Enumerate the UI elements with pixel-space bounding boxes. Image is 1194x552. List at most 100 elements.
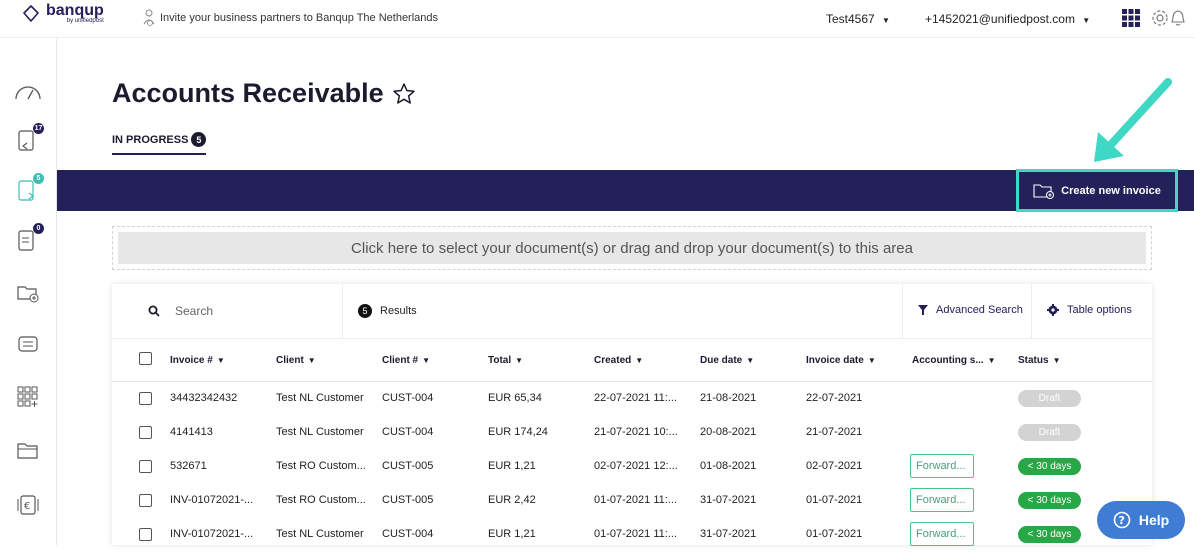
column-header-status[interactable]: Status ▼ (1018, 355, 1060, 366)
message-icon (18, 336, 38, 352)
upload-dropzone[interactable]: Click here to select your document(s) or… (112, 226, 1152, 270)
cell-due-date: 21-08-2021 (700, 392, 757, 404)
cell-due-date: 31-07-2021 (700, 528, 757, 540)
cell-client-number: CUST-005 (382, 494, 434, 506)
favorite-star-icon[interactable] (392, 82, 416, 106)
organization-name: Test4567 (826, 12, 875, 26)
row-checkbox[interactable] (139, 460, 152, 473)
column-header-label: Status (1018, 355, 1049, 366)
cell-total: EUR 2,42 (488, 494, 536, 506)
sidebar-item-folders[interactable] (10, 435, 46, 467)
create-new-invoice-label: Create new invoice (1061, 184, 1161, 197)
row-checkbox[interactable] (139, 528, 152, 541)
row-checkbox[interactable] (139, 392, 152, 405)
toolbar-divider (1031, 284, 1032, 339)
cell-created-date: 21-07-2021 10:... (594, 426, 678, 438)
invite-user-icon (143, 9, 155, 26)
column-header-label: Client (276, 355, 304, 366)
column-header-client-number[interactable]: Client # ▼ (382, 355, 430, 366)
table-row[interactable]: 34432342432 Test NL Customer CUST-004 EUR 6… (112, 382, 1152, 416)
documents-badge: 0 (33, 223, 44, 234)
create-new-invoice-button[interactable]: Create new invoice (1016, 169, 1178, 212)
filter-icon (918, 305, 928, 315)
svg-text:€: € (24, 501, 30, 512)
cell-invoice-number: 34432342432 (170, 392, 238, 404)
cell-invoice-number: INV-01072021-... (170, 494, 254, 506)
sidebar-item-messages[interactable] (10, 329, 46, 361)
inbound-badge: 17 (33, 123, 44, 134)
cell-client-name: Test RO Custom... (276, 460, 366, 472)
column-header-client[interactable]: Client ▼ (276, 355, 316, 366)
cell-invoice-number: INV-01072021-... (170, 528, 254, 540)
table-row[interactable]: 4141413 Test NL Customer CUST-004 EUR 174,2… (112, 416, 1152, 450)
search-placeholder: Search (175, 304, 214, 318)
sidebar-item-new-folder[interactable] (10, 277, 46, 309)
column-header-created[interactable]: Created ▼ (594, 355, 643, 366)
column-header-total[interactable]: Total ▼ (488, 355, 523, 366)
cell-total: EUR 1,21 (488, 460, 536, 472)
table-toolbar: Search 5 Results Advanced Search Table o… (112, 284, 1152, 339)
table-row[interactable]: INV-01072021-... Test NL Customer CUST-004… (112, 518, 1152, 552)
table-options-button[interactable]: Table options (1047, 304, 1132, 316)
cell-due-date: 01-08-2021 (700, 460, 757, 472)
user-menu[interactable]: +1452021@unifiedpost.com ▼ (925, 12, 1090, 26)
tab-in-progress[interactable]: IN PROGRESS 5 (112, 132, 207, 155)
apps-add-icon (17, 386, 38, 407)
help-label: Help (1138, 512, 1170, 528)
forward-accounting-button[interactable]: Forward... (910, 488, 974, 512)
bell-icon[interactable] (1170, 9, 1186, 32)
logo-icon (23, 5, 39, 22)
table-header: Invoice # ▼ Client ▼ Client # ▼ Total ▼ Crea… (112, 339, 1152, 382)
invite-partners-link[interactable]: Invite your business partners to Banqup … (143, 9, 438, 27)
results-summary: 5 Results (358, 304, 417, 318)
gear-icon[interactable] (1150, 8, 1170, 33)
sidebar-item-inbound[interactable]: 17 (10, 123, 46, 157)
search-input[interactable]: Search (148, 304, 213, 318)
column-header-accounting[interactable]: Accounting s... ▼ (912, 355, 996, 366)
column-header-invoice[interactable]: Invoice # ▼ (170, 355, 225, 366)
column-header-due-date[interactable]: Due date ▼ (700, 355, 754, 366)
column-header-label: Created (594, 355, 632, 366)
organization-selector[interactable]: Test4567 ▼ (826, 12, 890, 26)
cell-total: EUR 1,21 (488, 528, 536, 540)
cell-client-number: CUST-005 (382, 460, 434, 472)
apps-grid-icon[interactable] (1122, 9, 1140, 32)
filter-icon: ▼ (987, 356, 996, 365)
results-count: 5 (358, 304, 372, 318)
cell-invoice-date: 02-07-2021 (806, 460, 863, 472)
cell-client-number: CUST-004 (382, 528, 434, 540)
filter-icon: ▼ (307, 356, 316, 365)
row-checkbox[interactable] (139, 494, 152, 507)
forward-accounting-button[interactable]: Forward... (910, 454, 974, 478)
sidebar: 17 5 0 € (0, 39, 57, 545)
sidebar-item-dashboard[interactable] (10, 75, 46, 107)
folder-icon (17, 443, 38, 459)
column-header-invoice-date[interactable]: Invoice date ▼ (806, 355, 876, 366)
column-header-label: Client # (382, 355, 419, 366)
status-badge: Draft (1018, 390, 1081, 407)
user-email: +1452021@unifiedpost.com (925, 12, 1075, 26)
sidebar-item-payments[interactable]: € (10, 489, 46, 521)
help-button[interactable]: ? Help (1097, 501, 1185, 539)
row-checkbox[interactable] (139, 426, 152, 439)
outbound-badge: 5 (33, 173, 44, 184)
table-row[interactable]: 532671 Test RO Custom... CUST-005 EUR 1,21 0… (112, 450, 1152, 484)
sidebar-item-outbound[interactable]: 5 (10, 173, 46, 207)
select-all-checkbox[interactable] (139, 352, 152, 365)
advanced-search-button[interactable]: Advanced Search (918, 304, 1023, 316)
chevron-down-icon: ▼ (882, 16, 890, 25)
svg-text:?: ? (1118, 514, 1124, 527)
cell-invoice-number: 532671 (170, 460, 207, 472)
column-header-label: Invoice date (806, 355, 864, 366)
banqup-logo[interactable]: banqup by unifiedpost (22, 3, 104, 24)
column-header-label: Invoice # (170, 355, 213, 366)
table-row[interactable]: INV-01072021-... Test RO Custom... CUST-00… (112, 484, 1152, 518)
forward-accounting-button[interactable]: Forward... (910, 522, 974, 546)
cell-client-number: CUST-004 (382, 392, 434, 404)
sidebar-item-apps[interactable] (10, 381, 46, 413)
sidebar-item-documents[interactable]: 0 (10, 223, 46, 257)
cell-due-date: 31-07-2021 (700, 494, 757, 506)
page-title: Accounts Receivable (112, 78, 416, 109)
advanced-search-label: Advanced Search (936, 304, 1023, 316)
cell-client-name: Test RO Custom... (276, 494, 366, 506)
